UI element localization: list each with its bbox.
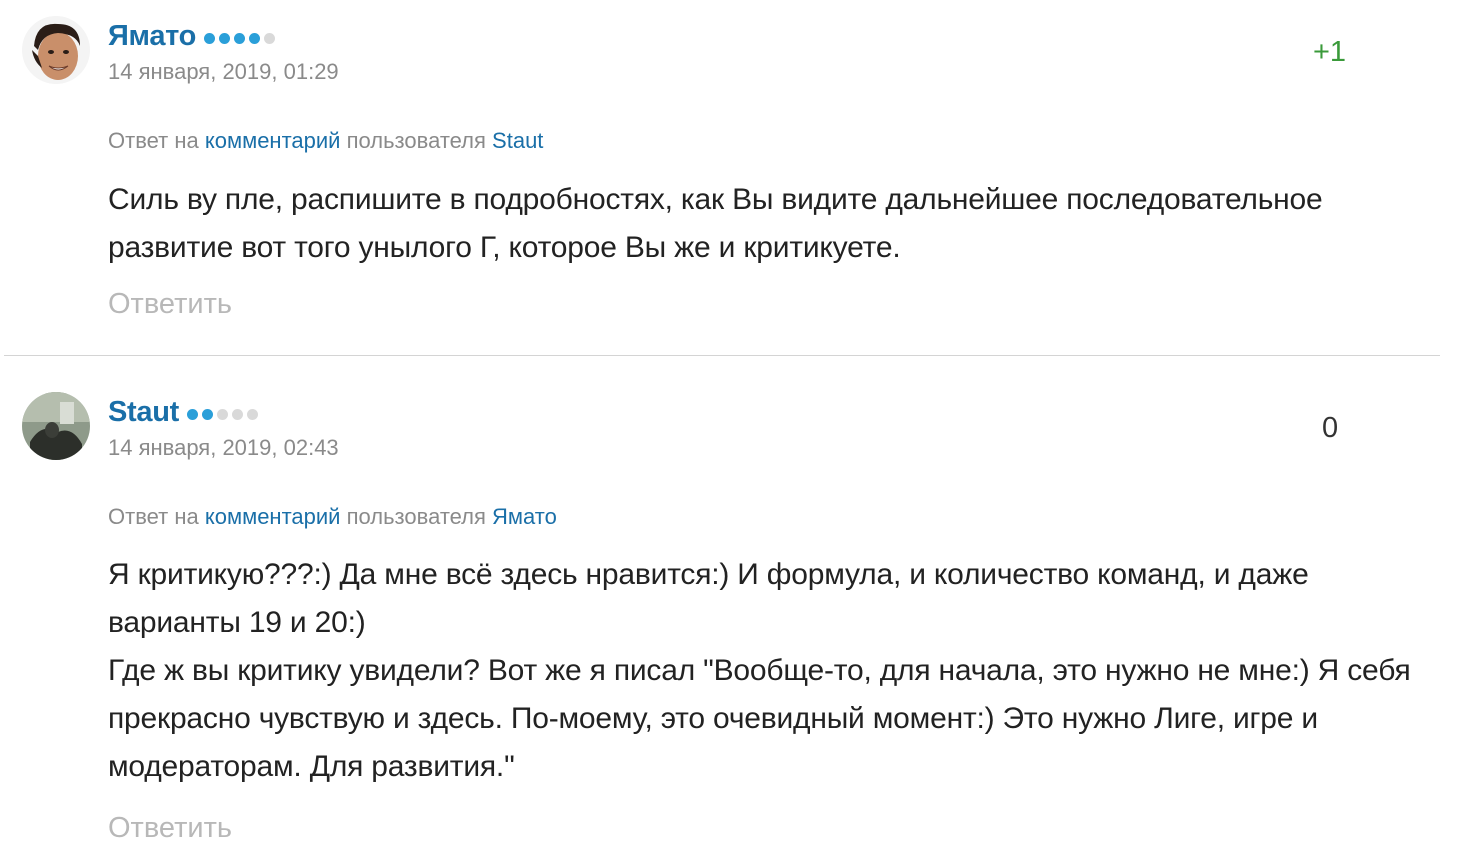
rating-dot: [204, 32, 216, 44]
comment-link[interactable]: комментарий: [205, 128, 341, 153]
comment: Ямато 14 января, 2019, 01:29 +1 Ответ на…: [0, 0, 1460, 355]
comment-paragraph: Где ж вы критику увидели? Вот же я писал…: [108, 654, 1411, 783]
comment-score[interactable]: +1: [1313, 36, 1346, 69]
comment-link[interactable]: комментарий: [205, 504, 341, 529]
user-rating-dots: [187, 397, 262, 430]
comment-score[interactable]: 0: [1322, 412, 1338, 445]
reply-button[interactable]: Ответить: [108, 812, 232, 845]
author-name[interactable]: Staut: [108, 396, 262, 430]
avatar[interactable]: [22, 392, 90, 460]
rating-dot: [247, 408, 259, 420]
comment-date: 14 января, 2019, 02:43: [108, 435, 339, 460]
rating-dot: [232, 408, 244, 420]
comment-paragraph: Я критикую???:) Да мне всё здесь нравитс…: [108, 558, 1309, 639]
reply-user-link[interactable]: Staut: [492, 128, 543, 153]
rating-dot: [219, 32, 231, 44]
comment: Staut 14 января, 2019, 02:43 0 Ответ на …: [0, 356, 1460, 862]
comment-body: Силь ву пле, распишите в подробностях, к…: [108, 176, 1438, 272]
rating-dot: [249, 32, 261, 44]
rating-dot: [264, 32, 276, 44]
comment-body: Я критикую???:) Да мне всё здесь нравитс…: [108, 551, 1438, 791]
user-rating-dots: [204, 21, 279, 54]
comment-paragraph: Силь ву пле, распишите в подробностях, к…: [108, 183, 1323, 264]
rating-dot: [187, 408, 199, 420]
rating-dot: [234, 32, 246, 44]
rating-dot: [202, 408, 214, 420]
avatar-photo-icon: [22, 392, 90, 460]
reply-user-link[interactable]: Ямато: [492, 504, 557, 529]
author-name[interactable]: Ямато: [108, 20, 279, 54]
reply-button[interactable]: Ответить: [108, 288, 232, 321]
avatar[interactable]: [22, 16, 90, 84]
avatar-face-icon: [22, 16, 90, 84]
comment-date: 14 января, 2019, 01:29: [108, 59, 339, 84]
reply-to-line: Ответ на комментарий пользователя Staut: [108, 128, 544, 153]
rating-dot: [217, 408, 229, 420]
reply-to-line: Ответ на комментарий пользователя Ямато: [108, 504, 557, 529]
